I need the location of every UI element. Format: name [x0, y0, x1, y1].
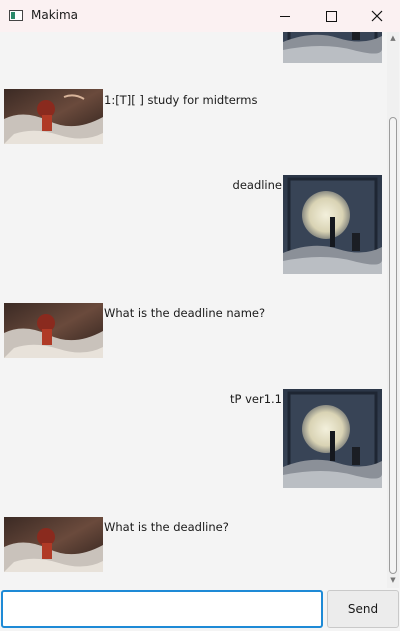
maximize-button[interactable] [308, 0, 354, 32]
bot-message-text: What is the deadline name? [104, 306, 266, 320]
chat-dialog-container: 1:[T][ ] study for midterms deadline Wha… [0, 32, 400, 588]
scroll-down-arrow-icon[interactable]: ▼ [389, 576, 397, 584]
chat-scrollbar[interactable]: ▲ ▼ [387, 32, 399, 588]
bot-avatar [4, 517, 103, 572]
bot-message-text: What is the deadline? [104, 520, 229, 534]
maximize-icon [325, 10, 337, 22]
bot-dialog: What is the deadline name? [0, 303, 400, 358]
title-bar: Makima [0, 0, 400, 32]
minimize-button[interactable] [262, 0, 308, 32]
bot-avatar [4, 303, 103, 358]
close-icon [371, 10, 383, 22]
user-dialog: deadline [0, 175, 400, 274]
window-title: Makima [31, 8, 79, 22]
scrollbar-thumb[interactable] [389, 117, 397, 574]
bot-avatar [4, 89, 103, 144]
user-avatar [283, 175, 382, 274]
user-message-text: deadline [232, 178, 282, 192]
app-window-icon [9, 10, 23, 21]
user-avatar [283, 32, 382, 63]
user-dialog: tP ver1.1 [0, 389, 400, 488]
user-message-text: tP ver1.1 [230, 392, 282, 406]
scroll-up-arrow-icon[interactable]: ▲ [389, 34, 397, 42]
user-avatar [283, 389, 382, 488]
message-input[interactable] [1, 590, 323, 628]
close-button[interactable] [354, 0, 400, 32]
user-dialog [0, 32, 400, 63]
bot-message-text: 1:[T][ ] study for midterms [104, 93, 258, 107]
input-bar: Send [0, 588, 400, 631]
minimize-icon [280, 15, 290, 17]
bot-dialog: What is the deadline? [0, 517, 400, 572]
send-button[interactable]: Send [327, 590, 399, 628]
bot-dialog: 1:[T][ ] study for midterms [0, 89, 400, 144]
